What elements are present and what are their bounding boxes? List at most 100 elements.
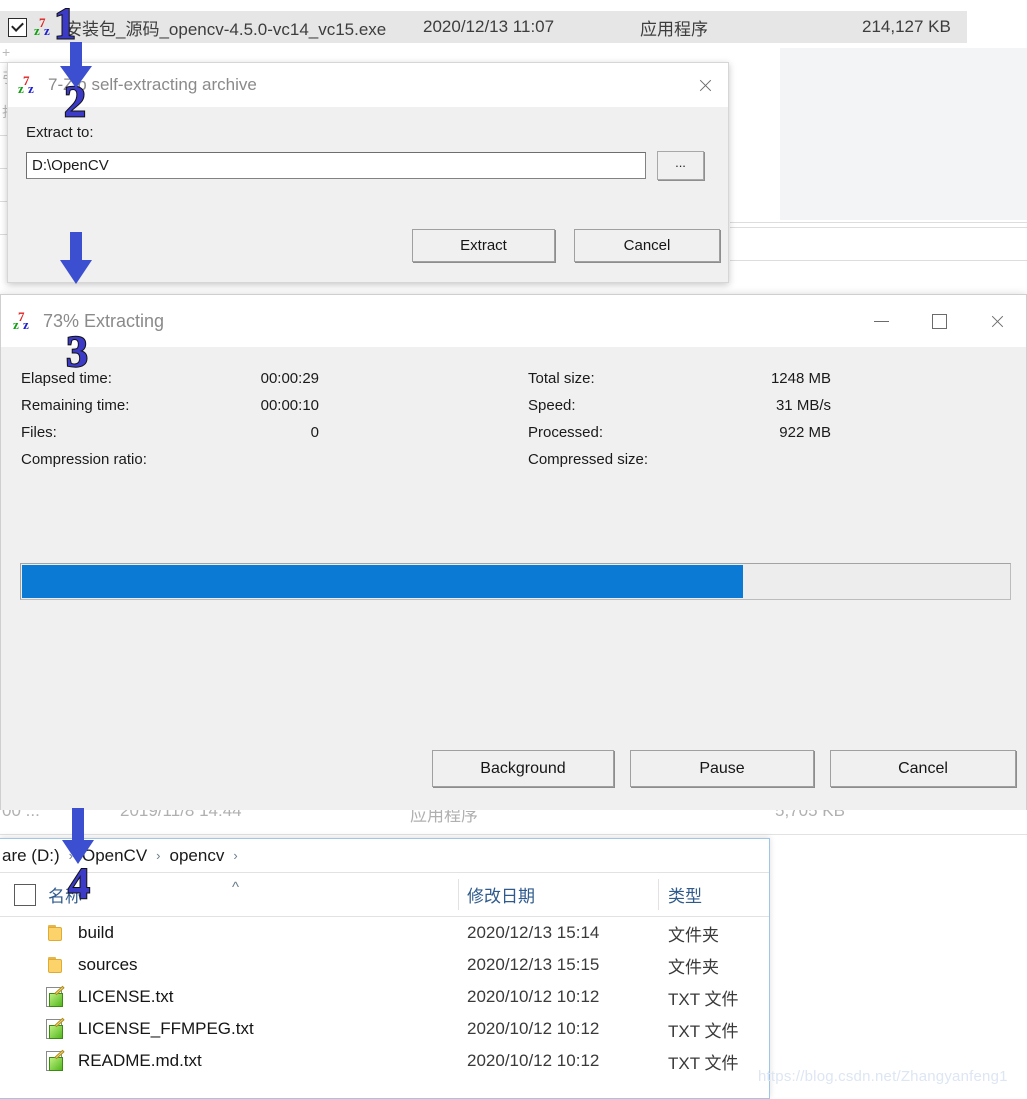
folder-icon bbox=[48, 957, 68, 973]
file-date: 2020/10/12 10:12 bbox=[467, 1051, 599, 1071]
column-header-date[interactable]: 修改日期 bbox=[467, 882, 535, 907]
minimize-glyph bbox=[874, 321, 889, 322]
browse-button[interactable]: ... bbox=[657, 151, 704, 180]
minimize-icon[interactable] bbox=[852, 295, 910, 347]
background-button[interactable]: Background bbox=[432, 750, 614, 787]
progress-bar bbox=[20, 563, 1011, 600]
file-row-name: 安装包_源码_opencv-4.5.0-vc14_vc15.exe bbox=[65, 15, 386, 40]
table-row[interactable]: LICENSE.txt 2020/10/12 10:12 TXT 文件 bbox=[0, 981, 769, 1013]
extract-button[interactable]: Extract bbox=[412, 229, 555, 262]
txt-file-icon bbox=[46, 987, 65, 1008]
speed-label: Speed: bbox=[528, 397, 576, 414]
file-name: LICENSE_FFMPEG.txt bbox=[78, 1019, 254, 1039]
elapsed-time-value: 00:00:29 bbox=[261, 370, 319, 387]
file-row-type: 应用程序 bbox=[640, 15, 708, 40]
annotation-number-4: 4 bbox=[68, 862, 90, 906]
file-type: TXT 文件 bbox=[668, 985, 739, 1010]
extracting-progress-window: 7zz 73% Extracting Elapsed time: 00:00:2… bbox=[0, 294, 1027, 823]
maximize-icon[interactable] bbox=[910, 295, 968, 347]
sfx-dialog-body: Extract to: ... Extract Cancel bbox=[8, 124, 728, 180]
backdrop-rule-3 bbox=[730, 260, 1027, 261]
txt-file-icon bbox=[46, 1051, 65, 1072]
file-type: 文件夹 bbox=[668, 953, 719, 978]
column-divider-1[interactable] bbox=[458, 879, 459, 910]
breadcrumb-item-drive[interactable]: are (D:) bbox=[2, 846, 60, 866]
annotation-arrow-2 bbox=[52, 232, 100, 284]
extract-path-input[interactable] bbox=[26, 152, 646, 179]
extract-window-buttons: Background Pause Cancel bbox=[1, 750, 1027, 787]
file-date: 2020/12/13 15:15 bbox=[467, 955, 599, 975]
cancel-button[interactable]: Cancel bbox=[830, 750, 1016, 787]
file-type: 文件夹 bbox=[668, 921, 719, 946]
breadcrumb[interactable]: are (D:) › OpenCV › opencv › bbox=[0, 839, 769, 872]
7zip-icon: 7zz bbox=[34, 16, 56, 38]
extract-path-row: ... bbox=[26, 151, 710, 180]
maximize-glyph bbox=[932, 314, 947, 329]
table-row[interactable]: README.md.txt 2020/10/12 10:12 TXT 文件 bbox=[0, 1045, 769, 1077]
table-row[interactable]: build 2020/12/13 15:14 文件夹 bbox=[0, 917, 769, 949]
backdrop-rule-1 bbox=[730, 222, 1027, 223]
partially-hidden-file-row: 00 ... 2019/11/8 14:44 应用程序 5,705 KB bbox=[0, 810, 1027, 838]
extract-to-label: Extract to: bbox=[26, 124, 710, 141]
file-row-checkbox[interactable] bbox=[8, 18, 27, 37]
table-row[interactable]: LICENSE_FFMPEG.txt 2020/10/12 10:12 TXT … bbox=[0, 1013, 769, 1045]
7zip-icon: 7zz bbox=[13, 310, 35, 332]
remaining-time-value: 00:00:10 bbox=[261, 397, 319, 414]
selected-file-row[interactable]: 7zz 安装包_源码_opencv-4.5.0-vc14_vc15.exe 20… bbox=[0, 11, 967, 43]
speed-value: 31 MB/s bbox=[776, 397, 831, 414]
breadcrumb-item-opencv[interactable]: opencv bbox=[170, 846, 225, 866]
column-header-type[interactable]: 类型 bbox=[668, 882, 702, 907]
sort-ascending-icon: ^ bbox=[232, 879, 239, 896]
close-icon[interactable] bbox=[682, 63, 728, 107]
total-size-label: Total size: bbox=[528, 370, 595, 387]
explorer-window: are (D:) › OpenCV › opencv › 名称 ^ 修改日期 类… bbox=[0, 838, 770, 1099]
under-strip-size: 5,705 KB bbox=[775, 810, 845, 821]
ghost-mark-plus: + bbox=[2, 44, 10, 60]
progress-bar-fill bbox=[22, 565, 743, 598]
close-glyph bbox=[698, 78, 713, 93]
under-strip-date: 2019/11/8 14:44 bbox=[120, 810, 242, 821]
sfx-dialog-titlebar[interactable]: 7zz 7-Zip self-extracting archive bbox=[8, 63, 728, 107]
annotation-number-3: 3 bbox=[66, 330, 88, 374]
file-row-date: 2020/12/13 11:07 bbox=[423, 17, 554, 37]
under-strip-divider bbox=[0, 834, 1027, 835]
file-name: sources bbox=[78, 955, 138, 975]
table-row[interactable]: sources 2020/12/13 15:15 文件夹 bbox=[0, 949, 769, 981]
compressed-size-label: Compressed size: bbox=[528, 451, 648, 468]
file-type: TXT 文件 bbox=[668, 1017, 739, 1042]
remaining-time-label: Remaining time: bbox=[21, 397, 129, 414]
file-type: TXT 文件 bbox=[668, 1049, 739, 1074]
file-date: 2020/12/13 15:14 bbox=[467, 923, 599, 943]
window-controls bbox=[852, 295, 1026, 347]
column-divider-2[interactable] bbox=[658, 879, 659, 910]
compression-ratio-label: Compression ratio: bbox=[21, 451, 147, 468]
txt-file-icon bbox=[46, 1019, 65, 1040]
files-label: Files: bbox=[21, 424, 57, 441]
select-all-checkbox[interactable] bbox=[14, 884, 36, 906]
pause-button[interactable]: Pause bbox=[630, 750, 814, 787]
annotation-arrow-3 bbox=[54, 808, 102, 864]
chevron-right-icon: › bbox=[156, 848, 160, 863]
file-name: LICENSE.txt bbox=[78, 987, 173, 1007]
column-header-row: 名称 ^ 修改日期 类型 bbox=[0, 872, 769, 917]
file-date: 2020/10/12 10:12 bbox=[467, 1019, 599, 1039]
processed-value: 922 MB bbox=[779, 424, 831, 441]
extract-window-titlebar[interactable]: 7zz 73% Extracting bbox=[1, 295, 1026, 347]
close-glyph bbox=[990, 314, 1005, 329]
annotation-number-1: 1 bbox=[54, 2, 76, 46]
processed-label: Processed: bbox=[528, 424, 603, 441]
file-name: README.md.txt bbox=[78, 1051, 202, 1071]
chevron-right-icon: › bbox=[233, 848, 237, 863]
file-date: 2020/10/12 10:12 bbox=[467, 987, 599, 1007]
sfx-dialog: 7zz 7-Zip self-extracting archive Extrac… bbox=[7, 62, 729, 283]
7zip-icon: 7zz bbox=[18, 74, 40, 96]
under-strip-type: 应用程序 bbox=[410, 810, 478, 826]
annotation-arrow-1 bbox=[52, 42, 100, 88]
close-icon[interactable] bbox=[968, 295, 1026, 347]
file-row-size: 214,127 KB bbox=[862, 17, 951, 37]
sfx-dialog-buttons: Extract Cancel bbox=[8, 229, 728, 262]
cancel-button[interactable]: Cancel bbox=[574, 229, 720, 262]
backdrop-rule-2 bbox=[730, 227, 1027, 228]
files-value: 0 bbox=[311, 424, 319, 441]
under-strip-name: 00 ... bbox=[2, 810, 40, 821]
